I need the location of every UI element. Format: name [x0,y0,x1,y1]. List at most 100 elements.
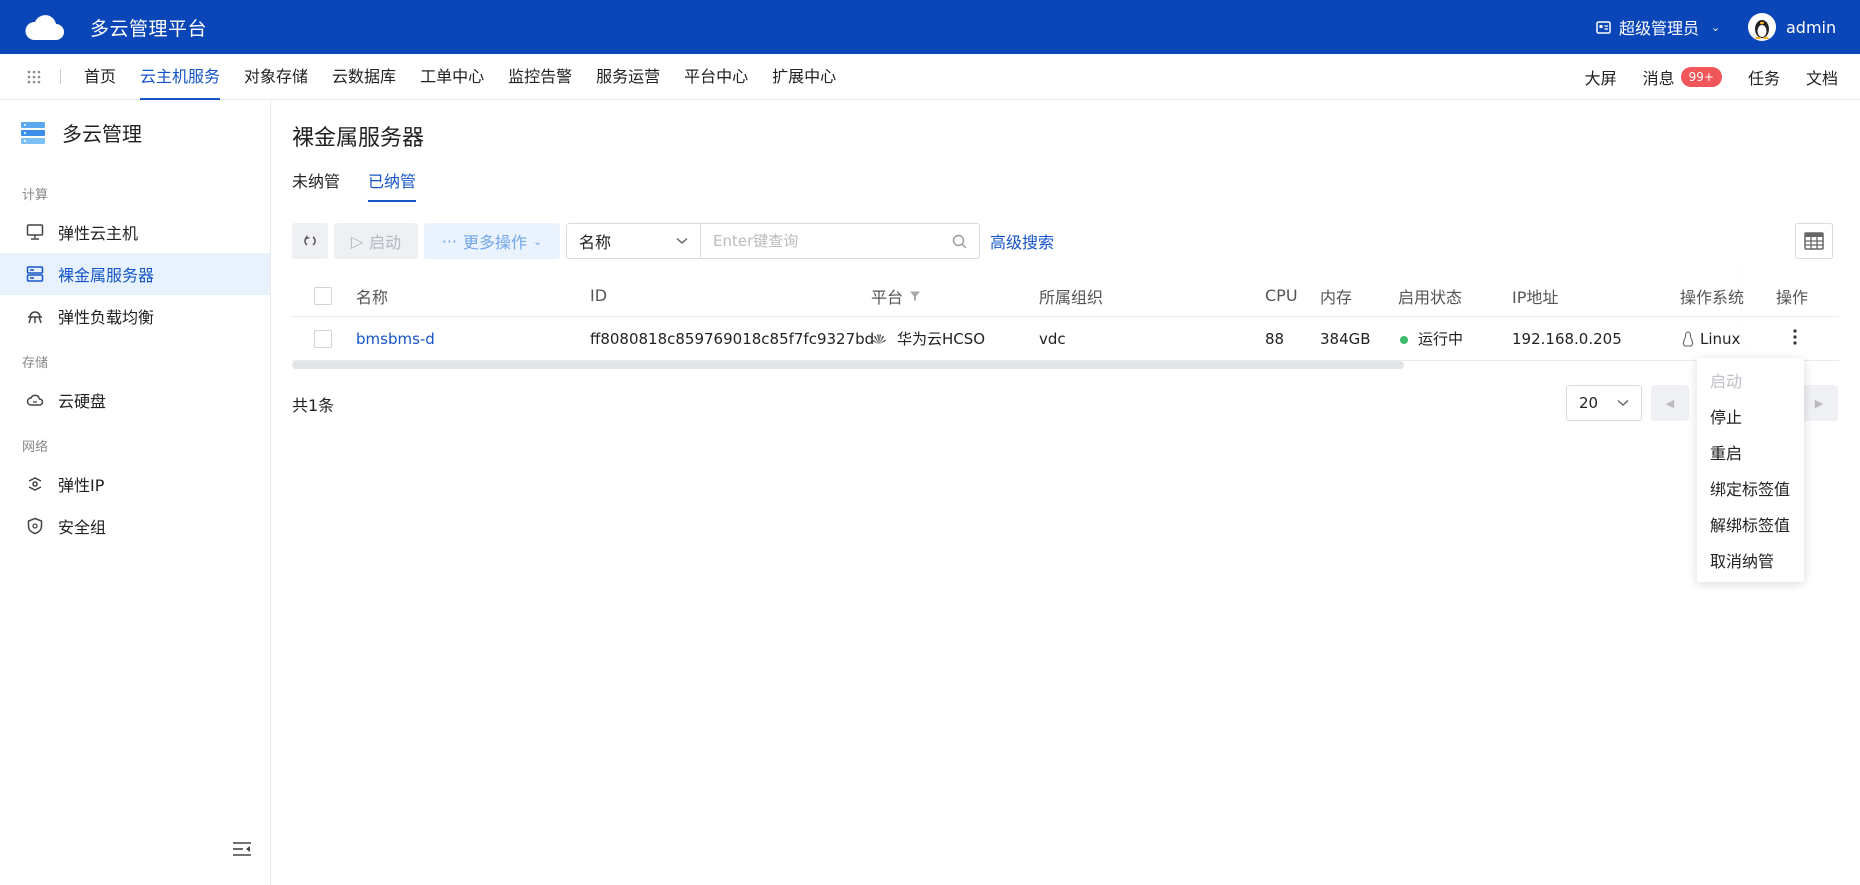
tab-managed[interactable]: 已纳管 [368,168,417,202]
user-menu[interactable]: admin [1748,13,1836,41]
nav-divider [60,69,61,84]
row-actions-kebab-icon[interactable] [1787,328,1803,349]
horizontal-scrollbar[interactable] [292,361,1404,369]
more-dots-icon: ··· [441,231,458,251]
sidebar-item-elastic-host[interactable]: 弹性云主机 [0,211,270,253]
sidebar-item-label: 弹性负载均衡 [58,308,155,327]
refresh-icon [304,235,316,246]
nav-item-cloud-host[interactable]: 云主机服务 [128,54,232,100]
nav-item-home[interactable]: 首页 [72,54,128,100]
nav-item-service-ops[interactable]: 服务运营 [584,54,672,100]
menu-item-unmanage[interactable]: 取消纳管 [1697,544,1804,580]
big-screen-link[interactable]: 大屏 [1585,65,1617,89]
row-status: 运行中 [1400,328,1463,349]
col-header-name: 名称 [356,287,389,307]
nav-item-platform-center[interactable]: 平台中心 [672,54,760,100]
nav-item-object-storage[interactable]: 对象存储 [232,54,320,100]
play-icon: ▷ [350,231,364,251]
page-size-select[interactable]: 20 [1566,385,1642,421]
menu-item-start: 启动 [1710,372,1743,391]
sidebar-title: 多云管理 [62,122,142,146]
col-header-id: ID [590,286,608,305]
sidebar-item-cloud-disk[interactable]: 云硬盘 [0,379,270,421]
row-checkbox[interactable] [314,329,332,348]
tab-unmanaged[interactable]: 未纳管 [292,168,340,202]
docs-link[interactable]: 文档 [1806,65,1838,89]
col-header-memory: 内存 [1320,287,1353,307]
col-header-cpu: CPU [1265,286,1298,305]
kebab-menu-icon [1793,328,1797,345]
row-platform-label: 华为云HCSO [897,330,986,348]
messages-link[interactable]: 消息 99+ [1643,65,1722,89]
row-status-label: 运行中 [1418,330,1464,348]
sidebar-item-label: 裸金属服务器 [58,266,155,285]
main-nav: 首页 云主机服务 对象存储 云数据库 工单中心 监控告警 服务运营 平台中心 扩… [0,54,1860,100]
search-input[interactable] [713,232,933,250]
row-os-label: Linux [1700,329,1741,348]
sidebar-item-label: 弹性IP [58,476,105,495]
sidebar: 多云管理 计算 弹性云主机 裸金属服务器 弹性负载均衡 存储 云硬盘 网络 弹性… [0,100,271,885]
group-label-compute: 计算 [22,188,49,203]
menu-item-bind-tag[interactable]: 绑定标签值 [1697,472,1804,508]
chevron-down-icon: ⌄ [533,234,543,248]
tabs: 未纳管 已纳管 [292,168,417,202]
search-field-select[interactable]: 名称 [566,223,700,259]
elastic-ip-icon [28,477,42,491]
nav-item-ticket-center[interactable]: 工单中心 [408,54,496,100]
chevron-down-icon [1617,399,1629,407]
row-ip: 192.168.0.205 [1512,329,1622,348]
col-header-ip: IP地址 [1512,287,1559,307]
sidebar-item-bare-metal[interactable]: 裸金属服务器 [0,253,270,295]
table-columns-icon [1804,232,1824,250]
fixed-column-shadow [1745,265,1746,361]
col-header-platform-label: 平台 [871,287,904,307]
tasks-link[interactable]: 任务 [1748,65,1780,89]
group-label-storage: 存储 [22,356,49,371]
row-name-link[interactable]: bmsbms-d [356,330,435,348]
sidebar-item-load-balancer[interactable]: 弹性负载均衡 [0,295,270,337]
user-name: admin [1786,17,1837,37]
nav-item-cloud-db[interactable]: 云数据库 [320,54,408,100]
next-page-button[interactable]: ▶ [1800,385,1838,421]
huawei-logo-icon [872,333,886,344]
more-actions-button[interactable]: ··· 更多操作 ⌄ [424,223,560,259]
sidebar-header: 多云管理 [20,118,142,147]
nav-item-extension-center[interactable]: 扩展中心 [760,54,848,100]
sidebar-item-security-group[interactable]: 安全组 [0,505,270,547]
sidebar-item-label: 安全组 [58,518,107,537]
avatar [1748,13,1776,41]
table-header: 名称 ID 平台 所属组织 CPU 内存 启用状态 IP地址 操作系统 操作 [292,275,1839,317]
col-header-os: 操作系统 [1680,287,1745,307]
penguin-avatar-icon [1755,20,1769,39]
nav-items: 首页 云主机服务 对象存储 云数据库 工单中心 监控告警 服务运营 平台中心 扩… [72,54,848,100]
sidebar-item-label: 弹性云主机 [58,224,139,243]
refresh-button[interactable] [292,223,328,259]
collapse-sidebar-icon[interactable] [232,840,252,858]
group-label-network: 网络 [22,440,49,455]
nav-right: 大屏 消息 99+ 任务 文档 [1585,54,1838,100]
role-switcher[interactable]: 超级管理员 ⌄ [1596,15,1720,39]
menu-item-stop[interactable]: 停止 [1697,400,1804,436]
advanced-search-link[interactable]: 高级搜索 [990,229,1054,253]
apps-grid-icon[interactable] [26,69,42,85]
chevron-down-icon [676,237,688,245]
menu-item-unbind-tag[interactable]: 解绑标签值 [1697,508,1804,544]
search-icon[interactable] [952,234,967,249]
start-button-label: 启动 [369,233,402,252]
row-os: Linux [1682,330,1740,348]
app-title: 多云管理平台 [90,18,208,40]
id-card-icon [1596,20,1611,34]
row-memory: 384GB [1320,329,1371,348]
menu-item-restart[interactable]: 重启 [1697,436,1804,472]
row-org: vdc [1039,329,1066,348]
sidebar-item-elastic-ip[interactable]: 弹性IP [0,463,270,505]
nav-item-monitoring[interactable]: 监控告警 [496,54,584,100]
row-actions-menu: 启动 停止 重启 绑定标签值 解绑标签值 取消纳管 [1697,358,1804,582]
toolbar: ▷ 启动 ··· 更多操作 ⌄ 名称 高级搜索 [292,223,1054,259]
start-button[interactable]: ▷ 启动 [334,223,418,259]
row-id: ff8080818c859769018c85f7fc9327bd [590,329,875,348]
prev-page-button[interactable]: ◀ [1651,385,1689,421]
column-settings-button[interactable] [1795,223,1833,259]
filter-icon[interactable] [909,290,921,302]
select-all-checkbox[interactable] [314,286,332,305]
